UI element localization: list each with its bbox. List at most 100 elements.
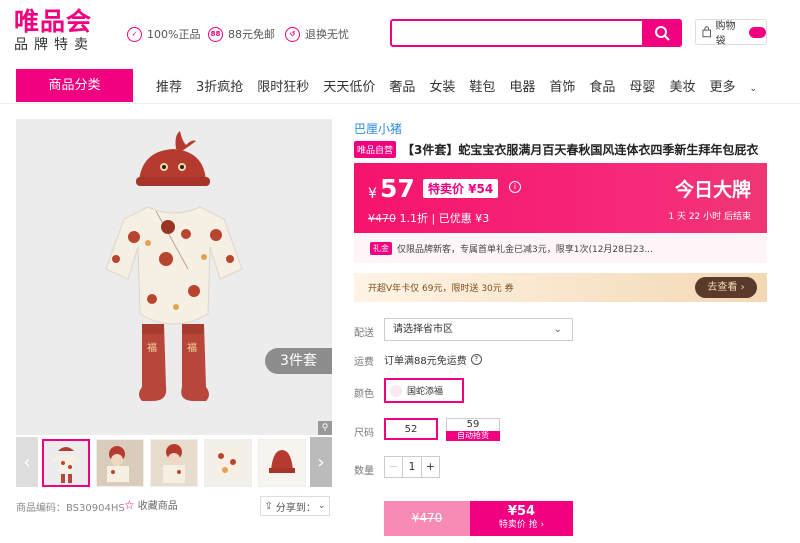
price-detail-line: ¥470 1.1折 | 已优惠 ¥3 bbox=[368, 210, 489, 226]
discount-text: 1.1折 | 已优惠 ¥3 bbox=[399, 212, 490, 225]
original-price: ¥470 bbox=[368, 212, 396, 225]
help-icon[interactable]: ? bbox=[470, 354, 482, 365]
thumbnail-image bbox=[205, 440, 251, 486]
main-nav: 商品分类 推荐 3折疯抢 限时狂秒 天天低价 奢品 女装 鞋包 电器 首饰 食品… bbox=[0, 69, 800, 104]
star-outline-icon: ☆ bbox=[124, 497, 135, 512]
product-title: 【3件套】蛇宝宝衣服满月百天春秋国风连体衣四季新生拜年包屁衣 bbox=[402, 143, 759, 157]
color-option[interactable]: 国蛇添福 bbox=[384, 378, 464, 403]
promise-authentic-label: 100%正品 bbox=[147, 28, 201, 41]
svg-text:福: 福 bbox=[187, 341, 197, 354]
vip-text: 开超V年卡仅 69元，限时送 30元 券 bbox=[368, 284, 514, 294]
thumbnail-item[interactable] bbox=[42, 439, 90, 487]
chevron-down-icon: ⌄ bbox=[749, 84, 758, 94]
self-operated-badge: 唯品自营 bbox=[354, 141, 397, 158]
delivery-label: 配送 bbox=[354, 328, 374, 339]
collect-button[interactable]: ☆ 收藏商品 bbox=[124, 497, 178, 513]
freight-value: 订单满88元免运费 bbox=[384, 356, 467, 367]
color-value: 国蛇添福 bbox=[407, 387, 444, 397]
thumbnail-image bbox=[259, 440, 305, 486]
promo-bar: 礼金 仅限品牌新客，专属首单礼金已减3元，限享1次(12月28日23... bbox=[354, 233, 767, 263]
nav-item-flash-sale[interactable]: 限时狂秒 bbox=[257, 76, 309, 95]
share-label: 分享到： bbox=[275, 502, 316, 514]
price-banner: ¥ 57 特卖价 ¥54 i ¥470 1.1折 | 已优惠 ¥3 今日大牌 1… bbox=[354, 163, 767, 233]
price-value: 57 bbox=[380, 174, 415, 203]
nav-item-more[interactable]: 更多 ⌄ bbox=[709, 76, 771, 95]
nav-more-label: 更多 bbox=[709, 80, 736, 95]
original-price-button[interactable]: ¥470 bbox=[384, 501, 470, 536]
nav-item-30-off[interactable]: 3折疯抢 bbox=[196, 76, 243, 95]
search-button[interactable] bbox=[642, 19, 682, 47]
info-icon[interactable]: i bbox=[509, 181, 521, 193]
shopping-bag-icon bbox=[702, 26, 712, 38]
size-option[interactable]: 59 自动抢货 bbox=[446, 418, 500, 441]
nav-item-electronics[interactable]: 电器 bbox=[509, 76, 535, 95]
gift-money-tag: 礼金 bbox=[370, 241, 392, 255]
thumbnail-next-button[interactable]: › bbox=[310, 437, 332, 487]
nav-items: 推荐 3折疯抢 限时狂秒 天天低价 奢品 女装 鞋包 电器 首饰 食品 母婴 美… bbox=[156, 69, 785, 102]
nav-item-luxury[interactable]: 奢品 bbox=[389, 76, 415, 95]
price-currency: ¥ bbox=[368, 186, 377, 202]
qty-plus-button[interactable]: + bbox=[422, 457, 439, 477]
return-arrow-icon: ↺ bbox=[285, 26, 300, 42]
special-buy-button[interactable]: ¥54 特卖价 抢 › bbox=[470, 501, 573, 536]
size-label: 尺码 bbox=[354, 428, 374, 439]
shield-check-icon: ✓ bbox=[127, 26, 142, 42]
promise-authentic[interactable]: ✓ 100%正品 bbox=[127, 26, 200, 42]
chevron-right-icon: › bbox=[317, 451, 325, 473]
buy-bar: ¥470 ¥54 特卖价 抢 › bbox=[384, 501, 573, 536]
delivery-value: 请选择省市区 bbox=[393, 324, 453, 335]
nav-item-mother-baby[interactable]: 母婴 bbox=[629, 76, 655, 95]
delivery-select[interactable]: 请选择省市区 ⌄ bbox=[384, 318, 573, 341]
thumbnail-item[interactable] bbox=[96, 439, 144, 487]
share-icon: ⇪ bbox=[264, 500, 273, 512]
promise-free-shipping[interactable]: 88 88元免邮 bbox=[208, 26, 275, 42]
promise-free-shipping-label: 88元免邮 bbox=[228, 28, 275, 41]
search-icon bbox=[655, 26, 670, 41]
nav-item-jewelry[interactable]: 首饰 bbox=[549, 76, 575, 95]
product-code: 商品编码：BS30904HS bbox=[16, 503, 125, 514]
promo-text: 仅限品牌新客，专属首单礼金已减3元，限享1次(12月28日23... bbox=[397, 244, 653, 255]
size-option-selected[interactable]: 52 bbox=[384, 418, 438, 440]
freight-label: 运费 bbox=[354, 357, 374, 368]
special-price-tag: 特卖价 ¥54 bbox=[423, 179, 499, 198]
chevron-left-icon: ‹ bbox=[23, 451, 31, 473]
cart-count-badge bbox=[748, 26, 766, 38]
buy-original-price: ¥470 bbox=[411, 511, 443, 525]
search-input[interactable] bbox=[392, 21, 642, 45]
thumbnail-image bbox=[44, 441, 88, 485]
color-label: 颜色 bbox=[354, 389, 374, 400]
cart-label: 购物袋 bbox=[715, 21, 736, 47]
nav-item-women[interactable]: 女装 bbox=[429, 76, 455, 95]
qty-minus-button[interactable]: − bbox=[385, 457, 402, 477]
qty-value[interactable]: 1 bbox=[402, 457, 422, 477]
product-main-image[interactable]: 福 福 3件套 ⚲ bbox=[16, 119, 332, 435]
thumbnail-item[interactable] bbox=[204, 439, 252, 487]
vipshop-logo[interactable]: 唯品会 品牌特卖 bbox=[14, 8, 94, 54]
share-button[interactable]: ⇪ 分享到： ⌄ bbox=[260, 496, 330, 516]
promise-return-label: 退换无忧 bbox=[305, 28, 349, 41]
vip-bar: 开超V年卡仅 69元，限时送 30元 券 去查看 › bbox=[354, 273, 767, 302]
nav-item-food[interactable]: 食品 bbox=[589, 76, 615, 95]
countdown-text: 1 天 22 小时 后结束 bbox=[668, 212, 751, 222]
qty-label: 数量 bbox=[354, 466, 374, 477]
thumbnail-prev-button[interactable]: ‹ bbox=[16, 437, 38, 487]
site-header: 唯品会 品牌特卖 ✓ 100%正品 88 88元免邮 ↺ 退换无忧 购物袋 bbox=[0, 0, 800, 66]
promise-return[interactable]: ↺ 退换无忧 bbox=[285, 26, 349, 42]
vip-view-button[interactable]: 去查看 › bbox=[695, 277, 757, 298]
brand-link[interactable]: 巴厘小猪 bbox=[354, 120, 402, 137]
zoom-icon[interactable]: ⚲ bbox=[318, 421, 332, 435]
cart-button[interactable]: 购物袋 bbox=[695, 19, 767, 47]
nav-item-daily-low[interactable]: 天天低价 bbox=[323, 76, 375, 95]
collect-label: 收藏商品 bbox=[137, 501, 178, 512]
image-set-badge: 3件套 bbox=[265, 348, 332, 374]
thumbnail-item[interactable] bbox=[150, 439, 198, 487]
thumbnail-item[interactable] bbox=[258, 439, 306, 487]
nav-item-beauty[interactable]: 美妆 bbox=[669, 76, 695, 95]
chevron-down-icon: ⌄ bbox=[553, 324, 562, 335]
nav-item-shoes-bags[interactable]: 鞋包 bbox=[469, 76, 495, 95]
search-box bbox=[390, 19, 682, 47]
nav-item-recommend[interactable]: 推荐 bbox=[156, 76, 182, 95]
thumbnail-strip: ‹ › bbox=[16, 437, 332, 487]
category-menu-button[interactable]: 商品分类 bbox=[16, 69, 133, 102]
logo-sub-text: 品牌特卖 bbox=[14, 37, 94, 53]
